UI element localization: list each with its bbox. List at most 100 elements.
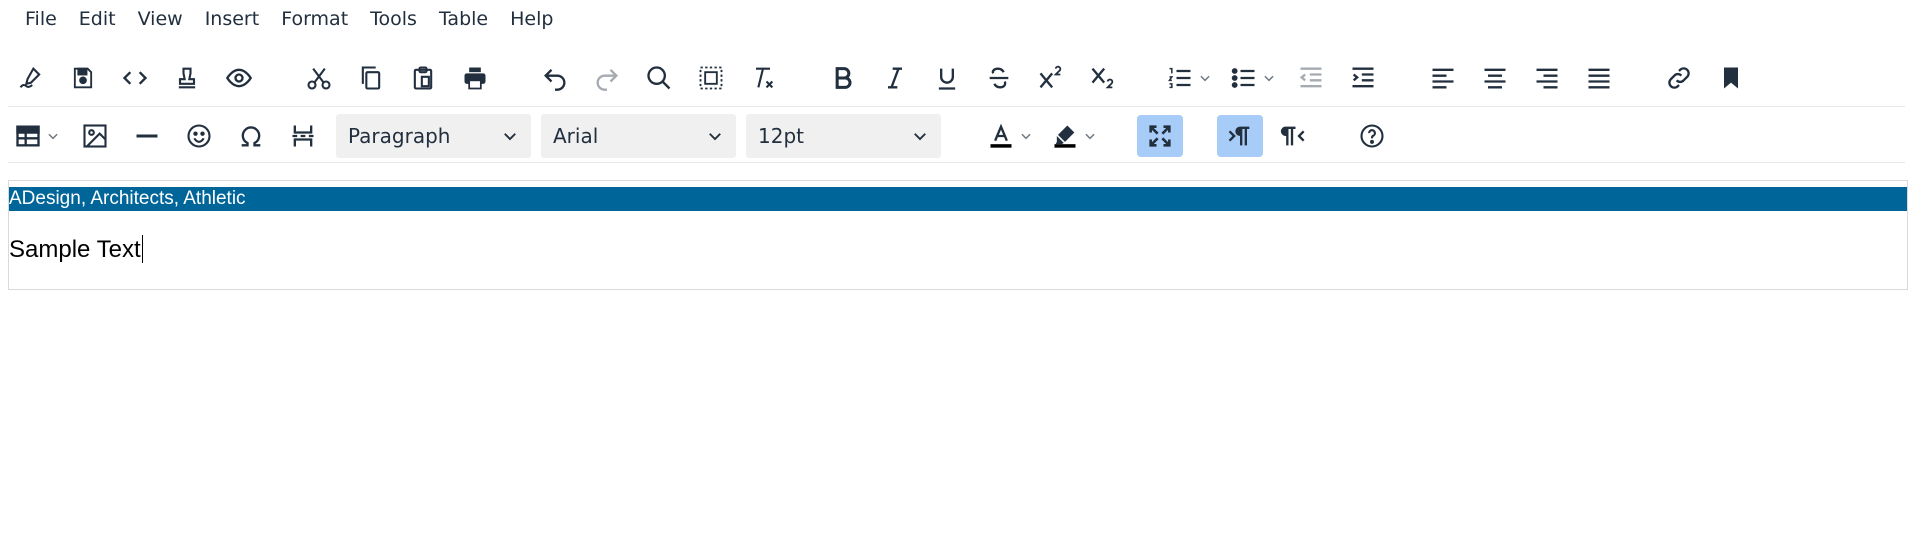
subscript-button[interactable] [1080, 57, 1126, 99]
menu-insert[interactable]: Insert [194, 4, 271, 34]
subscript-icon [1091, 67, 1114, 89]
selected-banner-text[interactable]: ADesign, Architects, Athletic [9, 187, 1907, 211]
chevron-down-icon [1085, 133, 1095, 140]
source-code-button[interactable] [112, 57, 158, 99]
toolbar-group-help [1349, 115, 1401, 157]
strikethrough-icon [989, 67, 1009, 89]
paste-button[interactable] [400, 57, 446, 99]
chevron-down-icon [709, 133, 721, 141]
link-icon [1668, 67, 1690, 89]
numbered-list-icon [1168, 67, 1191, 89]
italic-button[interactable] [872, 57, 918, 99]
bookmark-button[interactable] [1708, 57, 1754, 99]
cut-button[interactable] [296, 57, 342, 99]
special-character-button[interactable] [228, 115, 274, 157]
align-right-button[interactable] [1524, 57, 1570, 99]
signature-button[interactable] [8, 57, 54, 99]
signature-icon [19, 66, 41, 88]
toolbar-group-view [1137, 115, 1189, 157]
scissors-icon [307, 68, 331, 90]
fullscreen-icon [1149, 125, 1171, 147]
text-caret [141, 235, 143, 263]
table-button[interactable] [8, 115, 66, 157]
chevron-down-icon [914, 133, 926, 141]
align-center-button[interactable] [1472, 57, 1518, 99]
chevron-down-icon [1264, 75, 1274, 82]
bookmark-icon [1724, 67, 1738, 89]
image-icon [83, 124, 107, 148]
toolbar-group-document [8, 57, 268, 99]
ltr-button[interactable] [1217, 115, 1263, 157]
eye-icon [225, 68, 253, 88]
justify-button[interactable] [1576, 57, 1622, 99]
preview-button[interactable] [216, 57, 262, 99]
toolbar-group-direction [1217, 115, 1321, 157]
select-all-button[interactable] [688, 57, 734, 99]
indent-button[interactable] [1340, 57, 1386, 99]
search-icon [647, 66, 671, 90]
chevron-down-icon [48, 133, 58, 140]
stamp-button[interactable] [164, 57, 210, 99]
clipboard-icon [413, 66, 433, 90]
clear-format-icon [756, 67, 774, 89]
print-button[interactable] [452, 57, 498, 99]
omega-icon [241, 126, 261, 147]
paragraph-text: Sample Text [9, 236, 141, 263]
save-icon [73, 67, 93, 89]
font-size-select[interactable]: 12pt [746, 114, 941, 158]
underline-button[interactable] [924, 57, 970, 99]
menubar: File Edit View Insert Format Tools Table… [14, 4, 564, 34]
menu-help[interactable]: Help [499, 4, 564, 34]
image-button[interactable] [72, 115, 118, 157]
emoticons-button[interactable] [176, 115, 222, 157]
editor-content-area[interactable]: ADesign, Architects, Athletic Sample Tex… [8, 180, 1908, 290]
background-color-button[interactable] [1045, 115, 1103, 157]
copy-icon [361, 66, 381, 90]
clear-formatting-button[interactable] [740, 57, 786, 99]
toolbar-group-alignment [1420, 57, 1628, 99]
fullscreen-button[interactable] [1137, 115, 1183, 157]
menu-format[interactable]: Format [270, 4, 359, 34]
menu-table[interactable]: Table [428, 4, 499, 34]
menu-view[interactable]: View [127, 4, 194, 34]
toolbar-group-lists [1160, 57, 1392, 99]
copy-button[interactable] [348, 57, 394, 99]
strikethrough-button[interactable] [976, 57, 1022, 99]
redo-button[interactable] [584, 57, 630, 99]
text-color-icon [990, 123, 1012, 148]
help-icon [1360, 124, 1384, 148]
page-break-button[interactable] [280, 115, 326, 157]
font-family-select[interactable]: Arial [541, 114, 736, 158]
numbered-list-button[interactable] [1160, 57, 1218, 99]
align-left-button[interactable] [1420, 57, 1466, 99]
bullet-list-icon [1231, 68, 1255, 88]
horizontal-rule-button[interactable] [124, 115, 170, 157]
indent-icon [1352, 67, 1374, 88]
save-button[interactable] [60, 57, 106, 99]
menu-tools[interactable]: Tools [359, 4, 428, 34]
rtl-button[interactable] [1269, 115, 1315, 157]
chevron-down-icon [504, 133, 516, 141]
stamp-icon [178, 67, 196, 89]
printer-icon [464, 67, 486, 90]
rich-text-editor: File Edit View Insert Format Tools Table… [0, 0, 1915, 555]
chevron-down-icon [1021, 133, 1031, 140]
menu-edit[interactable]: Edit [68, 4, 127, 34]
block-format-select[interactable]: Paragraph [336, 114, 531, 158]
text-color-button[interactable] [981, 115, 1039, 157]
link-button[interactable] [1656, 57, 1702, 99]
page-break-icon [292, 125, 314, 147]
find-replace-button[interactable] [636, 57, 682, 99]
help-button[interactable] [1349, 115, 1395, 157]
bold-icon [835, 67, 852, 89]
undo-button[interactable] [532, 57, 578, 99]
font-family-value: Arial [553, 124, 599, 148]
bullet-list-button[interactable] [1224, 57, 1282, 99]
menu-file[interactable]: File [14, 4, 68, 34]
toolbar-group-clipboard [296, 57, 504, 99]
superscript-button[interactable] [1028, 57, 1074, 99]
italic-icon [888, 67, 902, 89]
paragraph[interactable]: Sample Text [9, 235, 143, 265]
bold-button[interactable] [820, 57, 866, 99]
outdent-button[interactable] [1288, 57, 1334, 99]
